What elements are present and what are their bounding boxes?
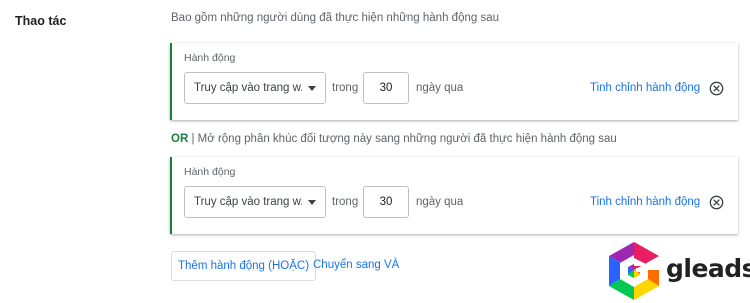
action-condition-card: Hành động Truy cập vào trang w... trong …: [170, 157, 738, 234]
in-label: trong: [332, 196, 359, 208]
dropdown-caret-icon: [308, 85, 316, 91]
or-description: | Mở rộng phân khúc đối tượng này sang n…: [188, 133, 617, 145]
section-description: Bao gồm những người dùng đã thực hiện nh…: [171, 12, 499, 24]
in-label: trong: [332, 82, 359, 94]
or-keyword: OR: [171, 133, 189, 145]
action-select[interactable]: Truy cập vào trang w...: [184, 72, 326, 104]
action-condition-card: Hành động Truy cập vào trang w... trong …: [170, 43, 738, 120]
condition-title: Hành động: [184, 52, 236, 64]
days-input[interactable]: 30: [363, 186, 409, 218]
close-circle-icon[interactable]: [709, 195, 724, 210]
gleads-logo-text: gleads: [666, 254, 750, 283]
action-select[interactable]: Truy cập vào trang w...: [184, 186, 326, 218]
add-or-action-button[interactable]: Thêm hành động (HOẶC): [171, 251, 317, 281]
days-label: ngày qua: [416, 196, 464, 208]
days-label: ngày qua: [416, 82, 464, 94]
dropdown-caret-icon: [308, 199, 316, 205]
refine-action-link[interactable]: Tinh chỉnh hành động: [590, 82, 700, 94]
section-label: Thao tác: [15, 14, 67, 28]
or-separator: OR | Mở rộng phân khúc đối tượng này san…: [171, 133, 617, 145]
action-select-value: Truy cập vào trang w...: [194, 196, 302, 208]
refine-action-link[interactable]: Tinh chỉnh hành động: [590, 196, 700, 208]
gleads-logo-icon: [609, 242, 659, 300]
action-select-value: Truy cập vào trang w...: [194, 82, 302, 94]
days-input[interactable]: 30: [363, 72, 409, 104]
switch-to-and-link[interactable]: Chuyển sang VÀ: [313, 259, 399, 271]
condition-title: Hành động: [184, 166, 236, 178]
close-circle-icon[interactable]: [709, 81, 724, 96]
